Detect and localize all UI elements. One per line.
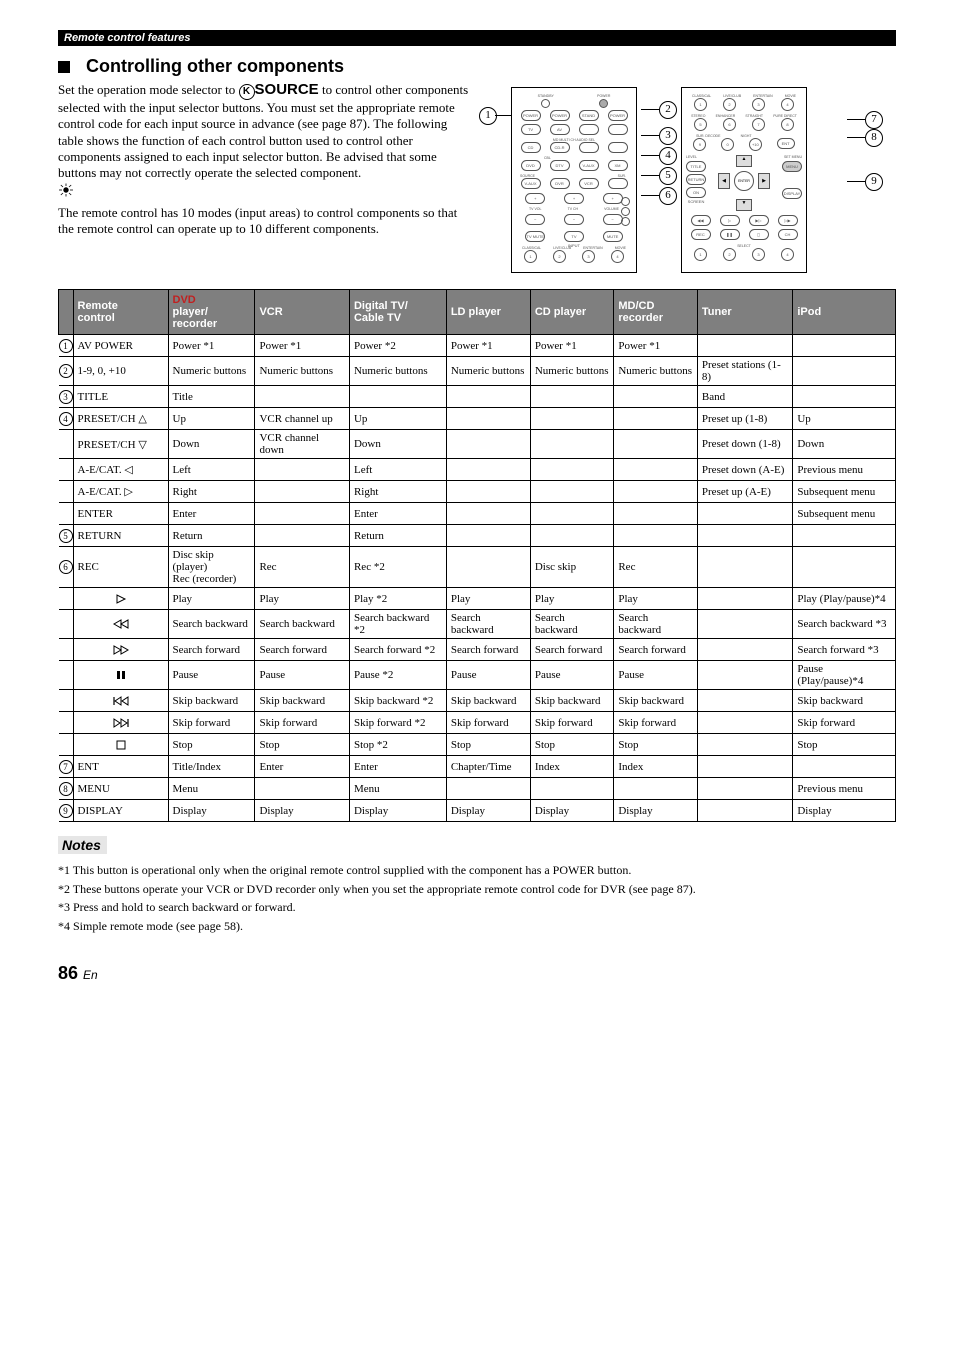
table-row: Skip backwardSkip backwardSkip backward …: [59, 690, 896, 712]
section-heading: Controlling other components: [86, 56, 344, 76]
table-row: Search backwardSearch backwardSearch bac…: [59, 610, 896, 639]
table-row: 5RETURNReturnReturn: [59, 525, 896, 547]
callout-5: 5: [659, 167, 677, 185]
table-row: 21-9, 0, +10Numeric buttonsNumeric butto…: [59, 357, 896, 386]
table-row: 3TITLETitleBand: [59, 386, 896, 408]
table-row: A-E/CAT. ▷RightRightPreset up (A-E)Subse…: [59, 481, 896, 503]
table-row: 6RECDisc skip (player)Rec (recorder)RecR…: [59, 547, 896, 588]
remote-diagram: 1 2 3 4 5 6 7 8 9 STANDBYPOWER: [491, 81, 896, 281]
th-2: VCR: [255, 290, 350, 335]
th-5: CD player: [530, 290, 614, 335]
tip-icon: [58, 183, 473, 203]
table-row: PlayPlayPlay *2PlayPlayPlayPlay (Play/pa…: [59, 588, 896, 610]
notes-heading: Notes: [58, 836, 107, 854]
callout-6: 6: [659, 187, 677, 205]
table-row: 8MENUMenuMenuPrevious menu: [59, 778, 896, 800]
table-row: A-E/CAT. ◁LeftLeftPreset down (A-E)Previ…: [59, 459, 896, 481]
callout-7: 7: [865, 111, 883, 129]
body-text: Set the operation mode selector to KSOUR…: [58, 81, 473, 281]
callout-3: 3: [659, 127, 677, 145]
breadcrumb-text: Remote control features: [58, 32, 191, 44]
table-row: 9DISPLAYDisplayDisplayDisplayDisplayDisp…: [59, 800, 896, 822]
table-row: ENTEREnterEnterSubsequent menu: [59, 503, 896, 525]
table-row: 1AV POWERPower *1Power *1Power *2Power *…: [59, 335, 896, 357]
breadcrumb-bar: Remote control features: [58, 30, 896, 46]
th-3: Digital TV/Cable TV: [349, 290, 446, 335]
th-0: Remotecontrol: [73, 290, 168, 335]
callout-4: 4: [659, 147, 677, 165]
table-row: 7ENTTitle/IndexEnterEnterChapter/TimeInd…: [59, 756, 896, 778]
table-row: PRESET/CH ▽DownVCR channel downDownPrese…: [59, 430, 896, 459]
th-7: Tuner: [697, 290, 792, 335]
page-number: 86 En: [58, 963, 896, 1004]
th-4: LD player: [446, 290, 530, 335]
footnotes: *1 This button is operational only when …: [58, 861, 896, 935]
table-row: Search forwardSearch forwardSearch forwa…: [59, 639, 896, 661]
th-1: DVDplayer/recorder: [168, 290, 255, 335]
callout-9: 9: [865, 173, 883, 191]
callout-2: 2: [659, 101, 677, 119]
remote-left: STANDBYPOWER POWERPOWERSTANDPOWER TVAV M…: [511, 87, 637, 273]
remote-right: CLASSICALLIVE/CLUBENTERTAINMOVIE 1234 ST…: [681, 87, 807, 273]
callout-8: 8: [865, 129, 883, 147]
section-bullet: [58, 61, 70, 73]
table-row: PausePausePause *2PausePausePausePause (…: [59, 661, 896, 690]
table-row: Skip forwardSkip forwardSkip forward *2S…: [59, 712, 896, 734]
k-icon: K: [239, 84, 255, 100]
table-row: StopStopStop *2StopStopStopStop: [59, 734, 896, 756]
th-6: MD/CDrecorder: [614, 290, 698, 335]
th-8: iPod: [793, 290, 896, 335]
control-table: RemotecontrolDVDplayer/recorderVCRDigita…: [58, 289, 896, 822]
callout-1: 1: [479, 107, 497, 125]
table-row: 4PRESET/CH △UpVCR channel upUpPreset up …: [59, 408, 896, 430]
